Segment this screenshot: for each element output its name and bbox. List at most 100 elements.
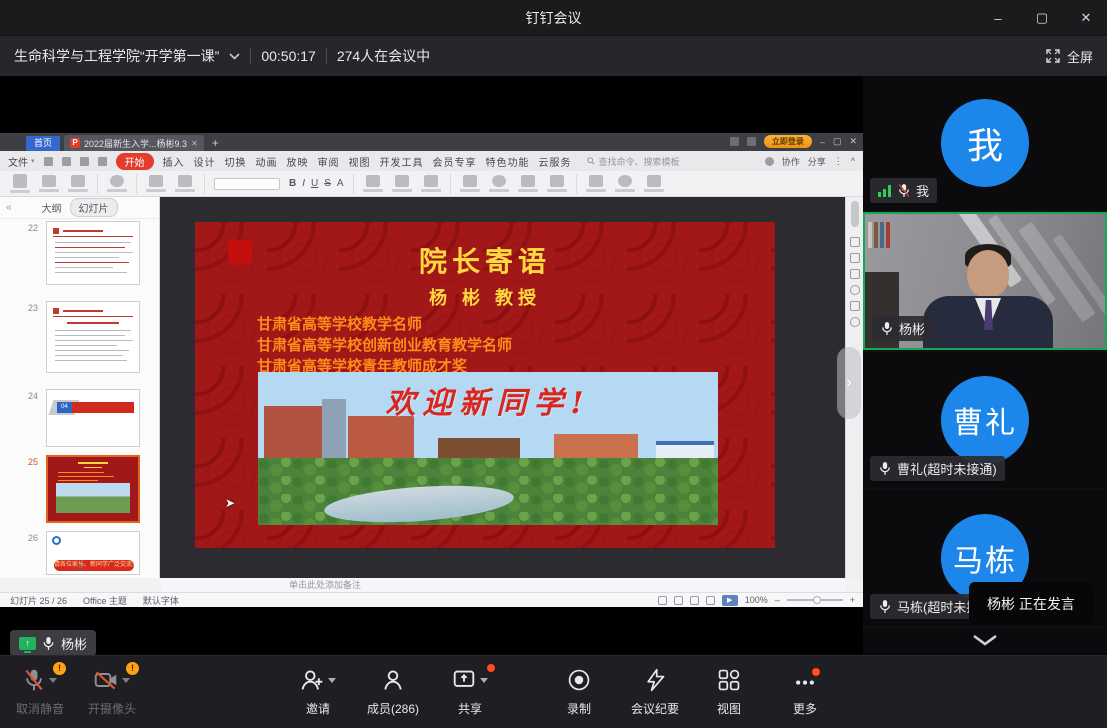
share-doc-button[interactable]: 分享 xyxy=(808,155,826,168)
participant-tile-caoli[interactable]: 曹礼 曹礼(超时未接通) xyxy=(863,352,1107,488)
add-slide-button[interactable]: + xyxy=(0,559,160,574)
sorter-view-icon[interactable] xyxy=(706,596,715,605)
redo-icon[interactable] xyxy=(98,157,107,166)
ribbon-columns[interactable] xyxy=(421,175,441,192)
menu-item[interactable]: 会员专享 xyxy=(433,154,477,169)
expand-panel-chevron[interactable]: › xyxy=(837,347,861,419)
maximize-button[interactable]: ▢ xyxy=(1035,10,1049,26)
ribbon-picture[interactable] xyxy=(518,175,538,192)
collapse-ribbon-icon[interactable]: ^ xyxy=(851,156,855,166)
participant-tile-me[interactable]: 我 我 xyxy=(863,76,1107,210)
zoom-in-icon[interactable]: + xyxy=(850,595,855,605)
save-icon[interactable] xyxy=(44,157,53,166)
menu-item[interactable]: 视图 xyxy=(349,154,371,169)
new-tab-button[interactable]: + xyxy=(212,135,219,151)
slide-thumb-24[interactable]: 04 xyxy=(46,389,140,447)
ribbon-paste[interactable] xyxy=(10,174,30,193)
tab-slides[interactable]: 幻灯片 xyxy=(70,198,118,217)
close-button[interactable]: ✕ xyxy=(1079,10,1093,26)
ribbon-layout[interactable] xyxy=(175,175,195,192)
print-icon[interactable] xyxy=(62,157,71,166)
current-slide[interactable]: 院长寄语 杨 彬 教授 甘肃省高等学校教学名师 甘肃省高等学校创新创业教育教学名… xyxy=(195,222,775,548)
tab-close-icon[interactable]: ✕ xyxy=(191,139,198,148)
menu-item[interactable]: 审阅 xyxy=(318,154,340,169)
menu-item[interactable]: 切换 xyxy=(225,154,247,169)
meeting-minutes-button[interactable]: 会议纪要 xyxy=(613,667,697,717)
properties-icon[interactable] xyxy=(850,269,860,279)
ribbon-align[interactable] xyxy=(363,175,383,192)
minimize-button[interactable]: – xyxy=(991,11,1005,26)
image-icon[interactable] xyxy=(850,301,860,311)
wps-maximize-icon[interactable]: ▢ xyxy=(833,136,842,147)
undo-icon[interactable] xyxy=(80,157,89,166)
caret-down-icon[interactable] xyxy=(480,678,488,683)
zoom-out-icon[interactable]: – xyxy=(775,595,780,605)
notes-bar[interactable]: 单击此处添加备注 xyxy=(161,578,845,592)
comment-icon[interactable] xyxy=(674,596,683,605)
mic-icon xyxy=(42,636,55,651)
slide-thumb-22[interactable] xyxy=(46,221,140,285)
slide-thumb-25-selected[interactable] xyxy=(46,455,140,523)
panel-collapse-icon[interactable]: « xyxy=(6,202,12,213)
sync-icon[interactable] xyxy=(765,157,774,166)
caret-down-icon[interactable] xyxy=(328,678,336,683)
fullscreen-button[interactable]: 全屏 xyxy=(1046,47,1093,66)
share-screen-button[interactable]: 共享 xyxy=(428,667,512,717)
wps-minimize-icon[interactable]: – xyxy=(820,137,825,147)
collab-button[interactable]: 协作 xyxy=(782,155,800,168)
ribbon-format-painter[interactable] xyxy=(68,175,88,192)
scrollbar[interactable] xyxy=(851,201,859,227)
wps-login-button[interactable]: 立即登录 xyxy=(764,135,812,148)
ribbon-slideshow[interactable] xyxy=(644,175,664,192)
menu-start[interactable]: 开始 xyxy=(116,153,154,170)
zoom-level[interactable]: 100% xyxy=(745,595,768,605)
menu-file[interactable]: 文件▾ xyxy=(8,154,35,169)
invite-button[interactable]: 邀请 xyxy=(276,667,360,717)
members-button[interactable]: 成员(286) xyxy=(351,667,435,717)
participant-tile-yangbin-video[interactable]: 杨彬 xyxy=(863,212,1107,350)
wps-document-tab[interactable]: P 2022届新生入学...杨彬9.3 ✕ xyxy=(64,135,204,151)
tab-outline[interactable]: 大纲 xyxy=(42,200,62,215)
ribbon-fill[interactable] xyxy=(547,175,567,192)
menu-item[interactable]: 动画 xyxy=(256,154,278,169)
ribbon-cut[interactable] xyxy=(39,175,59,192)
ribbon-find[interactable] xyxy=(615,175,635,192)
more-menu-icon[interactable]: ⋮ xyxy=(834,156,843,167)
caret-down-icon[interactable] xyxy=(122,678,130,683)
wps-home-tab[interactable]: 首页 xyxy=(26,136,60,151)
view-layout-button[interactable]: 视图 xyxy=(687,667,771,717)
caret-down-icon[interactable] xyxy=(49,678,57,683)
resource-icon[interactable] xyxy=(850,317,860,327)
wps-close-icon[interactable]: ✕ xyxy=(849,136,857,147)
layout-icon[interactable] xyxy=(730,137,739,146)
apps-icon[interactable] xyxy=(747,137,756,146)
ribbon-tools[interactable] xyxy=(586,175,606,192)
notes-toggle-icon[interactable] xyxy=(658,596,667,605)
menu-item[interactable]: 放映 xyxy=(287,154,309,169)
slide-thumb-23[interactable] xyxy=(46,301,140,373)
menu-item[interactable]: 云服务 xyxy=(539,154,572,169)
slideshow-play-button[interactable]: ▶ xyxy=(722,595,738,606)
ribbon-textbox[interactable] xyxy=(460,175,480,192)
font-select[interactable] xyxy=(214,178,280,190)
ribbon-new-slide[interactable] xyxy=(146,175,166,192)
normal-view-icon[interactable] xyxy=(690,596,699,605)
camera-on-button[interactable]: ! 开摄像头 xyxy=(70,667,154,717)
menu-item[interactable]: 设计 xyxy=(194,154,216,169)
scroll-down-chevron-icon[interactable] xyxy=(971,634,999,646)
more-button[interactable]: 更多 xyxy=(763,667,847,717)
command-search[interactable]: 查找命令、搜索模板 xyxy=(587,155,680,168)
animation-icon[interactable] xyxy=(850,253,860,263)
ribbon-shapes[interactable] xyxy=(489,175,509,192)
zoom-slider[interactable] xyxy=(787,599,843,601)
menu-item[interactable]: 插入 xyxy=(163,154,185,169)
settings-icon[interactable] xyxy=(850,237,860,247)
chevron-down-icon[interactable] xyxy=(229,53,240,60)
record-button[interactable]: 录制 xyxy=(537,667,621,717)
menu-item[interactable]: 开发工具 xyxy=(380,154,424,169)
ribbon-play[interactable] xyxy=(107,175,127,192)
help-icon[interactable] xyxy=(850,285,860,295)
format-buttons[interactable]: BIUSA xyxy=(289,178,344,189)
ribbon-list[interactable] xyxy=(392,175,412,192)
menu-item[interactable]: 特色功能 xyxy=(486,154,530,169)
